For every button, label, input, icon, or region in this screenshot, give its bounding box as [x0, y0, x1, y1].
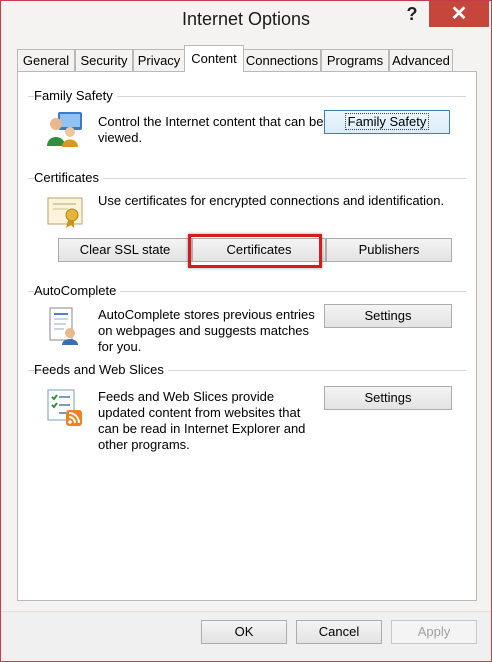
- title-bar[interactable]: Internet Options ? ✕: [1, 1, 491, 37]
- feeds-settings-button[interactable]: Settings: [324, 386, 452, 410]
- publishers-button[interactable]: Publishers: [326, 238, 452, 262]
- close-icon: ✕: [450, 3, 468, 25]
- autocomplete-settings-button[interactable]: Settings: [324, 304, 452, 328]
- apply-button[interactable]: Apply: [391, 620, 477, 644]
- certificates-heading: Certificates: [34, 170, 104, 185]
- tab-privacy[interactable]: Privacy: [133, 49, 185, 71]
- internet-options-window: Internet Options ? ✕ General Security Pr…: [0, 0, 492, 662]
- tab-general[interactable]: General: [17, 49, 75, 71]
- family-safety-heading: Family Safety: [34, 88, 117, 103]
- tab-advanced[interactable]: Advanced: [389, 49, 453, 71]
- autocomplete-icon: [49, 307, 78, 345]
- cancel-button[interactable]: Cancel: [296, 620, 382, 644]
- help-button[interactable]: ?: [401, 4, 423, 26]
- family-safety-button[interactable]: Family Safety: [324, 110, 450, 134]
- close-button[interactable]: ✕: [429, 1, 489, 27]
- certificates-button-highlight: [188, 234, 322, 268]
- tab-programs[interactable]: Programs: [321, 49, 389, 71]
- dialog-footer: OK Cancel Apply: [1, 612, 491, 661]
- tab-connections[interactable]: Connections: [243, 49, 321, 71]
- certificates-description: Use certificates for encrypted connectio…: [98, 193, 445, 208]
- ok-button[interactable]: OK: [201, 620, 287, 644]
- family-safety-button-label: Family Safety: [344, 113, 430, 130]
- feeds-rss-icon: [47, 389, 82, 426]
- content-tab-panel: Family Safety Control the Internet conte…: [17, 71, 477, 601]
- autocomplete-description: AutoComplete stores previous entries on …: [98, 307, 315, 354]
- certificate-icon: [47, 197, 83, 228]
- feeds-description: Feeds and Web Slices provide updated con…: [98, 389, 306, 452]
- autocomplete-heading: AutoComplete: [34, 283, 121, 298]
- family-safety-icon: [47, 112, 82, 147]
- clear-ssl-state-button[interactable]: Clear SSL state: [58, 238, 192, 262]
- tab-content[interactable]: Content: [184, 45, 244, 72]
- tab-security[interactable]: Security: [75, 49, 133, 71]
- family-safety-description: Control the Internet content that can be…: [98, 114, 324, 145]
- feeds-heading: Feeds and Web Slices: [34, 362, 168, 377]
